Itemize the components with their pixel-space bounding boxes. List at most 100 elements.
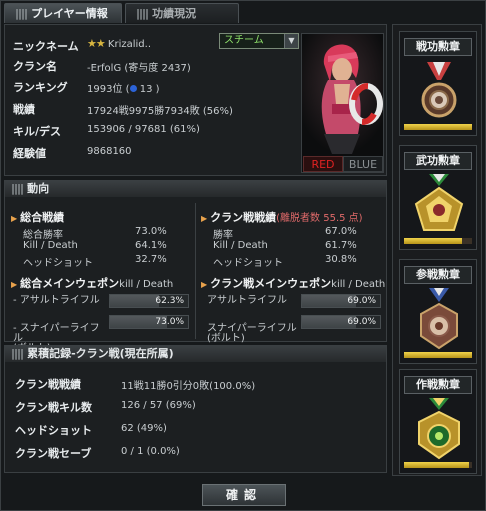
nickname-value: Krizalid..: [107, 39, 152, 50]
section-bars-icon: ||||: [11, 347, 24, 360]
ranking-label: ランキング: [13, 81, 68, 94]
weapon-pct-bar: 69.0%: [301, 315, 381, 329]
weapon-pct-bar: 73.0%: [109, 315, 189, 329]
weapon-pct-value: 69.0%: [347, 296, 376, 306]
kd-value: 153906 / 97681 (61%): [87, 124, 200, 135]
tab-achievements[interactable]: |||| 功績現況: [125, 3, 239, 23]
weapon-name: アサルトライフル: [207, 295, 287, 306]
weapon-pct-bar: 62.3%: [109, 294, 189, 308]
rank-stars-icon: ★★: [87, 37, 106, 50]
confirm-button[interactable]: 確認: [202, 484, 286, 506]
character-avatar: RED BLUE: [301, 33, 384, 173]
clan-record-panel: |||| 累積記録-クラン戦(現在所属) クラン戦戦績 11戦11勝0引分0敗(1…: [4, 345, 387, 473]
clan-saves-label: クラン戦セーブ: [15, 447, 92, 460]
weapon-row: - アサルトライフル: [13, 296, 100, 306]
clan-match-record-value: 11戦11勝0引分0敗(100.0%): [121, 381, 256, 392]
clan-winrate-label: 勝率: [213, 230, 233, 241]
medal-progress-bar: [404, 352, 472, 358]
overall-record-title: 総合戦績: [20, 211, 65, 224]
clan-weapon-head: ▶ クラン戦メインウェポンkill / Death: [201, 275, 385, 291]
exp-label: 経験値: [13, 147, 46, 160]
medal-card[interactable]: 参戦勲章: [399, 259, 477, 364]
clan-record-head: ▶ クラン戦戦績(離脱者数 55.5 点): [201, 209, 363, 225]
trend-title: 動向: [27, 182, 50, 195]
medal-title: 参戦勲章: [404, 266, 472, 284]
weapon-name: スナイパーライフル (ボルト): [207, 323, 297, 344]
ranking-dot-icon: [129, 85, 137, 92]
clan-headshot-label: ヘッドショット: [213, 258, 283, 269]
overall-winrate-value: 73.0%: [135, 226, 167, 237]
clan-match-record-label: クラン戦戦績: [15, 378, 81, 391]
record-title: 累積記録-クラン戦(現在所属): [27, 347, 174, 360]
medal-card[interactable]: 戦功勲章: [399, 31, 477, 136]
triangle-bullet-icon: ▶: [11, 214, 18, 223]
weapon-name: - アサルトライフル: [13, 295, 100, 306]
ranking-value: 1993位 ( 13 ): [87, 80, 160, 95]
team-select[interactable]: スチーム ▼: [219, 33, 299, 49]
clan-headshot-total-label: ヘッドショット: [15, 424, 92, 437]
medal-title: 戦功勲章: [404, 38, 472, 56]
medal-progress-fill: [404, 124, 472, 130]
chevron-down-icon[interactable]: ▼: [284, 34, 298, 48]
clan-weapon-title: クラン戦メインウェポン: [210, 277, 332, 290]
service-medal-icon: [421, 62, 457, 118]
team-blue-label: BLUE: [348, 158, 378, 171]
clan-headshot-value: 30.8%: [325, 254, 357, 265]
clan-kills-label: クラン戦キル数: [15, 401, 92, 414]
overall-record-head: ▶ 総合戦績: [11, 209, 64, 225]
ranking-suffix: 13 ): [139, 84, 160, 95]
clan-record-title: クラン戦戦績: [210, 211, 277, 224]
medal-card[interactable]: 作戦勲章: [399, 369, 477, 474]
overall-headshot-label: ヘッドショット: [23, 258, 93, 269]
triangle-bullet-icon: ▶: [11, 280, 18, 289]
medal-title: 作戦勲章: [404, 376, 472, 394]
tab-bars-icon: ||||: [136, 7, 149, 20]
weapon-pct-value: 69.0%: [347, 317, 376, 327]
overall-weapon-head: ▶ 総合メインウェポンkill / Death: [11, 275, 173, 291]
medal-progress-fill: [404, 462, 469, 468]
medal-progress-fill: [404, 352, 472, 358]
section-bars-icon: ||||: [11, 182, 24, 195]
medal-progress-fill: [404, 238, 462, 244]
character-portrait-icon: [302, 34, 383, 154]
profile-panel: ニックネーム ★★ Krizalid.. スチーム ▼ クラン名 -ErfolG…: [4, 24, 387, 176]
trend-panel: |||| 動向 ▶ 総合戦績 総合勝率 73.0% Kill / Death 64.…: [4, 180, 387, 354]
team-select-value: スチーム: [224, 35, 264, 46]
clan-headshot-total-value: 62 (49%): [121, 423, 167, 434]
team-red-label: RED: [311, 158, 335, 171]
medal-card[interactable]: 武功勲章: [399, 145, 477, 250]
weapon-pct-bar: 69.0%: [301, 294, 381, 308]
weapon-pct-value: 73.0%: [155, 317, 184, 327]
medal-progress-bar: [404, 462, 472, 468]
record-header: |||| 累積記録-クラン戦(現在所属): [5, 346, 386, 362]
record-label: 戦績: [13, 103, 35, 116]
nickname-label: ニックネーム: [13, 40, 79, 53]
clan-kd-value: 61.7%: [325, 240, 357, 251]
kd-label: キル/デス: [13, 125, 62, 138]
clan-kd-label: Kill / Death: [213, 240, 268, 251]
overall-weapon-title: 総合メインウェポン: [20, 277, 120, 290]
team-blue-button[interactable]: BLUE: [343, 156, 383, 172]
overall-headshot-value: 32.7%: [135, 254, 167, 265]
triangle-bullet-icon: ▶: [201, 214, 208, 223]
clan-winrate-value: 67.0%: [325, 226, 357, 237]
medal-progress-bar: [404, 238, 472, 244]
tab-achievements-label: 功績現況: [152, 7, 197, 20]
clan-kills-value: 126 / 57 (69%): [121, 400, 196, 411]
clan-value: -ErfolG (寄与度 2437): [87, 63, 191, 74]
trend-header: |||| 動向: [5, 181, 386, 197]
clan-label: クラン名: [13, 60, 57, 73]
medal-column: 戦功勲章 武功勲章 参戦勲章 作戦勲章: [392, 24, 482, 476]
operation-medal-icon: [418, 398, 460, 460]
team-red-button[interactable]: RED: [303, 156, 343, 172]
participation-medal-icon: [420, 288, 458, 350]
clan-saves-value: 0 / 1 (0.0%): [121, 446, 180, 457]
weapon-row: アサルトライフル: [207, 296, 287, 306]
medal-progress-bar: [404, 124, 472, 130]
exp-value: 9868160: [87, 146, 132, 157]
nickname-value-row: ★★ Krizalid..: [87, 37, 151, 50]
valor-medal-icon: [414, 174, 464, 231]
tab-bars-icon: ||||: [15, 7, 28, 20]
overall-weapon-suffix: kill / Death: [119, 279, 174, 290]
tab-player-info[interactable]: |||| プレイヤー情報: [4, 3, 122, 23]
